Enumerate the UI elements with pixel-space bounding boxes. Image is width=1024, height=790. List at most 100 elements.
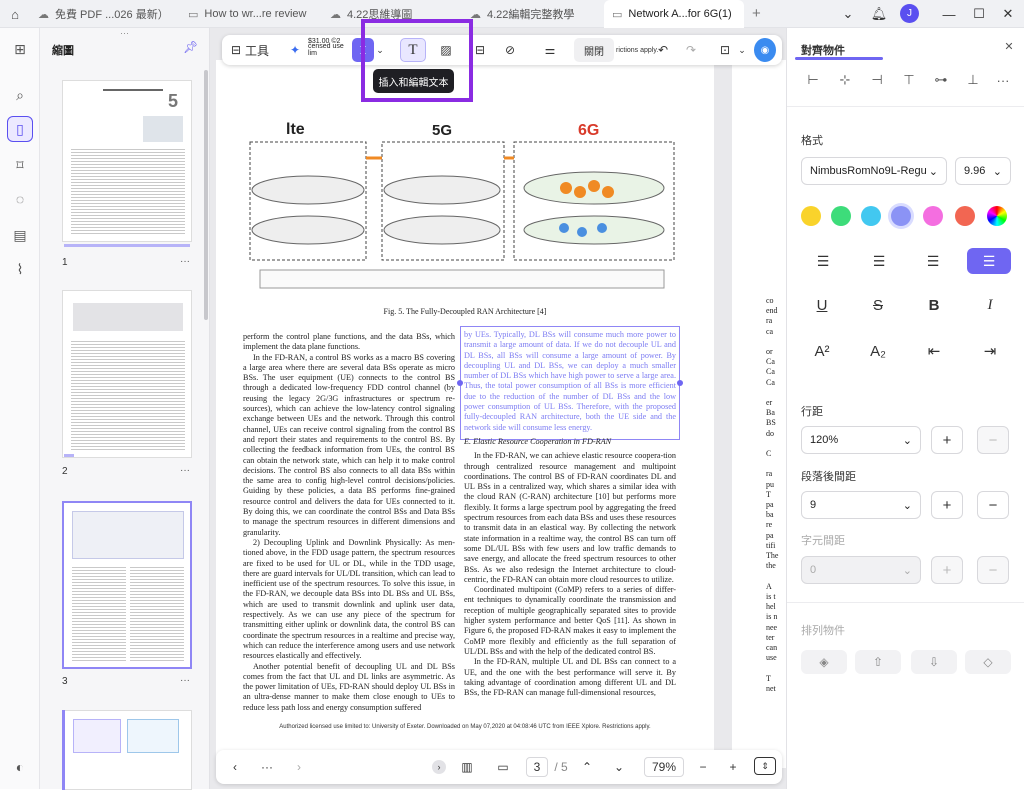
line-spacing-decrease[interactable]: − [977, 426, 1009, 454]
color-swatch[interactable] [831, 206, 851, 226]
redo-icon[interactable]: ↷ [680, 38, 702, 62]
more-icon[interactable]: ··· [180, 256, 190, 267]
thumbnail-page-1[interactable]: 5 [62, 80, 192, 242]
align-middle-icon[interactable]: ⊶ [929, 68, 953, 92]
line-spacing-increase[interactable]: + [931, 426, 963, 454]
title-underline [795, 57, 883, 60]
6g-logo: 6G [578, 122, 599, 139]
attachment-icon[interactable]: ⌇ [7, 256, 33, 282]
superscript-icon[interactable]: A² [807, 338, 837, 364]
close-window-icon[interactable]: ✕ [996, 3, 1020, 25]
previous-icon[interactable]: ‹ [224, 757, 246, 777]
minimize-icon[interactable]: — [937, 3, 961, 25]
close-panel-icon[interactable]: ✕ [997, 34, 1021, 58]
bring-to-front-icon[interactable]: ◈ [801, 650, 847, 674]
theme-icon[interactable]: ◐ [7, 754, 33, 780]
more-icon[interactable]: ··· [180, 465, 190, 476]
color-swatch[interactable] [891, 206, 911, 226]
tools-button[interactable]: ⊟ 工具 [228, 38, 272, 62]
text-align-justify-icon[interactable]: ☰ [967, 248, 1011, 274]
color-swatch[interactable] [801, 206, 821, 226]
tab-2[interactable]: ▭ How to wr...re review [180, 0, 315, 28]
rainbow-color-icon[interactable] [987, 206, 1007, 226]
next-icon[interactable]: › [288, 757, 310, 777]
page-icon[interactable]: ▯ [7, 116, 33, 142]
font-select[interactable]: NimbusRomNo9L-Regu ⌄ [801, 157, 947, 185]
underline-icon[interactable]: U [807, 292, 837, 318]
maximize-icon[interactable]: ☐ [967, 3, 991, 25]
align-left-icon[interactable]: ⊢ [801, 68, 825, 92]
strikethrough-icon[interactable]: S [863, 292, 893, 318]
search-icon[interactable]: ⌕ [7, 82, 33, 108]
text-align-center-icon[interactable]: ☰ [857, 248, 901, 274]
bring-forward-icon[interactable]: ⇧ [855, 650, 901, 674]
thumbnail-panel: ··· 縮圖 📌︎ 5 1 ··· 2 ··· 3 ··· [40, 28, 210, 790]
paragraph-spacing-select[interactable]: 9 ⌄ [801, 491, 921, 519]
color-swatch[interactable] [861, 206, 881, 226]
color-swatch[interactable] [923, 206, 943, 226]
thumbnail-page-4[interactable] [62, 710, 192, 790]
comment-icon[interactable]: ◌ [7, 186, 33, 212]
send-to-back-icon[interactable]: ◇ [965, 650, 1011, 674]
ai-assistant-icon[interactable]: ◉ [754, 38, 776, 62]
new-tab-icon[interactable]: + [752, 5, 761, 22]
chevron-down-icon[interactable]: ⌄ [736, 38, 748, 62]
close-edit-button[interactable]: 關閉 [574, 38, 614, 62]
page-down-icon[interactable]: ⌄ [608, 757, 630, 777]
resize-handle[interactable] [457, 380, 463, 386]
zoom-level[interactable]: 79% [644, 757, 684, 777]
increase-indent-icon[interactable]: ⇥ [975, 338, 1005, 364]
more-icon[interactable]: ··· [180, 675, 190, 686]
tab-5-active[interactable]: ▭ Network A...for 6G(1) [604, 0, 744, 28]
bookmark-icon[interactable]: ⌑ [7, 152, 33, 178]
send-backward-icon[interactable]: ⇩ [911, 650, 957, 674]
reading-mode-icon[interactable]: ▥ [456, 757, 478, 777]
more-icon[interactable]: ··· [991, 68, 1015, 92]
5g-logo: 5G [432, 122, 452, 139]
line-spacing-select[interactable]: 120% ⌄ [801, 426, 921, 454]
fit-page-icon[interactable]: ⇕ [754, 757, 776, 775]
redact-icon[interactable]: ⊘ [498, 38, 522, 62]
page-number-input[interactable]: 3 [526, 757, 548, 777]
thumbnail-page-2[interactable] [62, 290, 192, 458]
zoom-in-icon[interactable]: + [722, 757, 744, 777]
decrease-indent-icon[interactable]: ⇤ [919, 338, 949, 364]
page-up-icon[interactable]: ⌃ [576, 757, 598, 777]
bell-icon[interactable]: 🔔︎ [867, 3, 891, 25]
collapse-icon[interactable]: › [432, 760, 446, 774]
font-size-select[interactable]: 9.96 ⌄ [955, 157, 1011, 185]
char-spacing-increase: + [931, 556, 963, 584]
tab-1[interactable]: ☁ 免費 PDF ...026 最新） [30, 0, 170, 28]
paragraph-spacing-increase[interactable]: + [931, 491, 963, 519]
thumbnail-page-3-selected[interactable] [62, 501, 192, 669]
camera-icon[interactable]: ⊡ [714, 38, 736, 62]
align-bottom-icon[interactable]: ⊥ [961, 68, 985, 92]
color-swatch[interactable] [955, 206, 975, 226]
tab-4[interactable]: ☁ 4.22編輯完整教學 [462, 0, 597, 28]
subscript-icon[interactable]: A₂ [863, 338, 893, 364]
undo-icon[interactable]: ↶ [652, 38, 674, 62]
more-icon[interactable]: ··· [256, 757, 278, 777]
italic-icon[interactable]: I [975, 292, 1005, 318]
present-icon[interactable]: ▭ [492, 757, 514, 777]
thumb-scrollbar[interactable] [204, 70, 208, 320]
resize-handle[interactable] [677, 380, 683, 386]
text-align-right-icon[interactable]: ☰ [911, 248, 955, 274]
adjust-icon[interactable]: ⚌ [538, 38, 562, 62]
selected-paragraph[interactable]: by UEs. Typically, DL BSs will consume m… [464, 330, 676, 433]
panel-grip[interactable]: ··· [120, 28, 129, 38]
pin-icon[interactable]: 📌︎ [183, 40, 198, 54]
chevron-down-icon[interactable]: ⌄ [836, 3, 860, 25]
paragraph-spacing-decrease[interactable]: − [977, 491, 1009, 519]
document-icon[interactable]: ▤ [7, 222, 33, 248]
home-icon[interactable]: ⌂ [6, 5, 24, 23]
text-align-left-icon[interactable]: ☰ [801, 248, 845, 274]
align-top-icon[interactable]: ⊤ [897, 68, 921, 92]
ai-sparkle-icon[interactable]: ✦ [282, 38, 308, 62]
align-right-icon[interactable]: ⊣ [865, 68, 889, 92]
bold-icon[interactable]: B [919, 292, 949, 318]
avatar[interactable]: J [900, 4, 919, 23]
grid-icon[interactable]: ⊞ [7, 36, 33, 62]
zoom-out-icon[interactable]: − [692, 757, 714, 777]
align-center-h-icon[interactable]: ⊹ [833, 68, 857, 92]
